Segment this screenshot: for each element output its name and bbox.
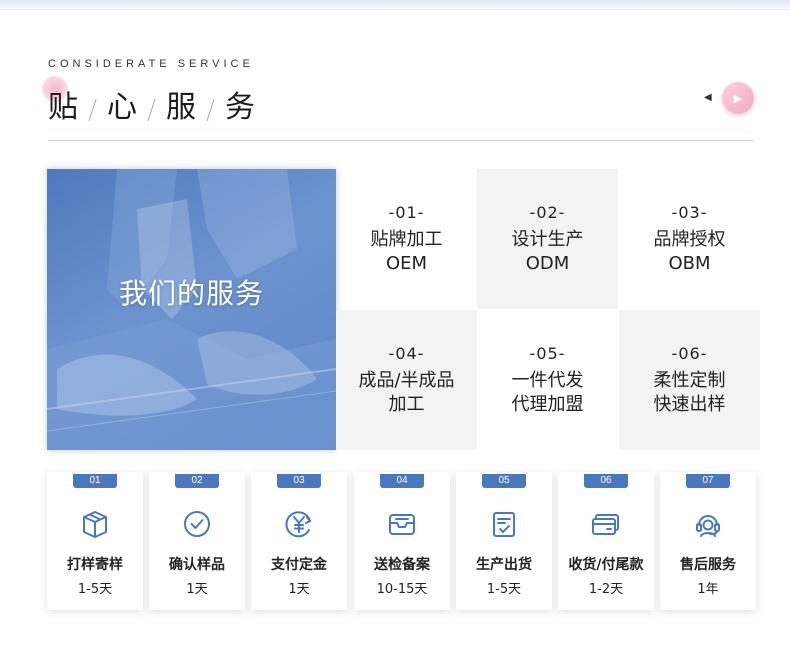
inbox-tray-icon [386, 508, 418, 540]
step-badge: 03 [277, 474, 321, 488]
step-badge: 01 [73, 474, 117, 488]
step-label: 确认样品 [169, 557, 225, 573]
step-card[interactable]: 01 打样寄样 1-5天 [47, 472, 143, 610]
step-duration: 1年 [697, 582, 719, 597]
step-card[interactable]: 03 支付定金 1天 [251, 472, 347, 610]
next-arrow-icon: ▶ [733, 91, 743, 105]
step-card[interactable]: 06 收货/付尾款 1-2天 [558, 472, 654, 610]
service-number: -04- [388, 343, 425, 363]
yuan-refresh-icon [283, 508, 315, 540]
title-separator [147, 99, 156, 121]
step-card[interactable]: 07 售后服务 1年 [660, 472, 756, 610]
service-name: 设计生产 [511, 228, 584, 250]
service-number: -01- [388, 202, 425, 222]
title-separator [206, 99, 215, 121]
service-card-obm[interactable]: -03- 品牌授权 OBM [619, 169, 760, 309]
service-card-processing[interactable]: -04- 成品/半成品 加工 [336, 310, 477, 450]
step-duration: 1-5天 [77, 582, 113, 597]
hero-image-panel: 我们的服务 [47, 169, 336, 450]
step-badge: 05 [482, 474, 526, 488]
services-grid: -01- 贴牌加工 OEM -02- 设计生产 ODM -03- 品牌授权 OB… [336, 169, 760, 450]
service-card-custom[interactable]: -06- 柔性定制 快速出样 [619, 310, 760, 450]
step-duration: 1-2天 [588, 582, 624, 597]
title-char: 服 [166, 90, 196, 125]
service-name: 品牌授权 [653, 228, 726, 250]
service-name-secondary: ODM [525, 252, 570, 274]
service-name-secondary: 快速出样 [653, 393, 726, 415]
step-duration: 10-15天 [376, 582, 428, 597]
process-steps: 01 打样寄样 1-5天 02 确认样品 1天 03 支付定金 1天 04 送检… [47, 472, 756, 612]
checklist-icon [488, 508, 520, 540]
title-separator [88, 99, 97, 121]
service-number: -02- [529, 202, 566, 222]
service-name-secondary: OBM [668, 252, 711, 274]
step-label: 送检备案 [374, 557, 430, 573]
service-name: 一件代发 [511, 369, 584, 391]
section-title: 贴 心 服 务 [48, 82, 255, 126]
step-badge: 04 [380, 474, 424, 488]
next-button[interactable]: ▶ [722, 82, 754, 114]
prev-arrow-icon[interactable]: ◀ [704, 92, 714, 104]
service-name-secondary: 代理加盟 [511, 393, 584, 415]
service-card-dropship[interactable]: -05- 一件代发 代理加盟 [477, 310, 618, 450]
service-number: -06- [671, 343, 708, 363]
service-name: 成品/半成品 [358, 369, 455, 391]
step-card[interactable]: 02 确认样品 1天 [149, 472, 245, 610]
title-char: 务 [225, 90, 255, 125]
step-card[interactable]: 05 生产出货 1-5天 [456, 472, 552, 610]
divider [48, 140, 754, 141]
step-badge: 02 [175, 474, 219, 488]
service-name-secondary: OEM [385, 252, 428, 274]
step-label: 生产出货 [476, 557, 532, 573]
step-label: 打样寄样 [67, 557, 123, 573]
credit-card-icon [590, 508, 622, 540]
step-card[interactable]: 04 送检备案 10-15天 [354, 472, 450, 610]
service-name: 柔性定制 [653, 369, 726, 391]
title-char: 贴 [48, 90, 78, 125]
step-badge: 07 [686, 474, 730, 488]
service-card-odm[interactable]: -02- 设计生产 ODM [477, 169, 618, 309]
step-duration: 1天 [288, 582, 310, 597]
check-circle-icon [181, 508, 213, 540]
section-eyebrow: CONSIDERATE SERVICE [48, 58, 254, 70]
box-icon [79, 508, 111, 540]
step-label: 售后服务 [680, 557, 736, 573]
hero-title: 我们的服务 [118, 277, 264, 310]
title-char: 心 [107, 90, 137, 125]
step-label: 支付定金 [271, 557, 327, 573]
service-name: 贴牌加工 [370, 228, 443, 250]
step-duration: 1-5天 [486, 582, 522, 597]
headset-agent-icon [692, 508, 724, 540]
service-name-secondary: 加工 [388, 393, 425, 415]
service-number: -05- [529, 343, 566, 363]
top-bar [0, 0, 790, 10]
step-label: 收货/付尾款 [568, 557, 644, 573]
service-number: -03- [671, 202, 708, 222]
service-card-oem[interactable]: -01- 贴牌加工 OEM [336, 169, 477, 309]
step-duration: 1天 [186, 582, 208, 597]
step-badge: 06 [584, 474, 628, 488]
